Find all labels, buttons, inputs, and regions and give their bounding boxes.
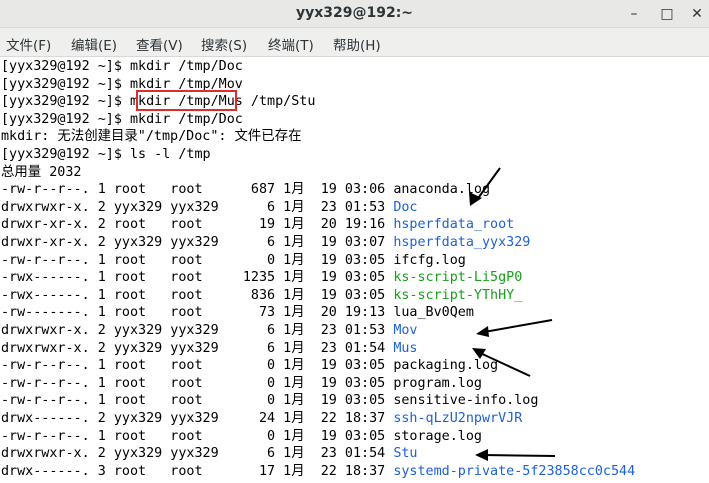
menu-file[interactable]: 文件(F) <box>6 34 51 54</box>
menu-search[interactable]: 搜索(S) <box>201 34 247 54</box>
terminal-line: drwxr-xr-x. 2 root root 19 1月 20 19:16 h… <box>1 217 515 233</box>
terminal-line: -rw-r--r--. 1 root root 0 1月 19 03:05 pr… <box>1 375 482 391</box>
terminal-line: drwxrwxr-x. 2 yyx329 yyx329 6 1月 23 01:5… <box>1 340 418 356</box>
terminal-line: 总用量 2032 <box>1 164 82 180</box>
terminal-line: -rwx------. 1 root root 1235 1月 19 03:05… <box>1 270 523 286</box>
terminal-line: -rwx------. 1 root root 836 1月 19 03:05 … <box>1 287 523 303</box>
menu-edit[interactable]: 编辑(E) <box>71 34 117 54</box>
terminal-line: -rw-------. 1 root root 73 1月 20 19:13 l… <box>1 305 474 321</box>
window-title: yyx329@192:~ <box>295 5 414 21</box>
terminal-line: [yyx329@192 ~]$ mkdir /tmp/Doc <box>1 111 243 127</box>
terminal-line: -rw-r--r--. 1 root root 0 1月 19 03:05 st… <box>1 428 482 444</box>
terminal-line: -rw-r--r--. 1 root root 0 1月 19 03:05 pa… <box>1 358 499 374</box>
menu-help[interactable]: 帮助(H) <box>333 34 381 54</box>
close-icon[interactable]: ✕ <box>687 4 707 24</box>
command-highlight-box <box>136 90 237 111</box>
terminal-line: drwxrwxr-x. 2 yyx329 yyx329 6 1月 23 01:5… <box>1 199 418 215</box>
terminal-line: drwxrwxr-x. 2 yyx329 yyx329 6 1月 23 01:5… <box>1 446 418 462</box>
window-titlebar: yyx329@192:~ – □ ✕ <box>0 0 709 28</box>
terminal-line: -rw-r--r--. 1 root root 0 1月 19 03:05 if… <box>1 252 466 268</box>
terminal-line: drwxr-xr-x. 2 yyx329 yyx329 6 1月 19 03:0… <box>1 235 531 250</box>
minimize-icon[interactable]: – <box>624 4 644 24</box>
terminal-line: mkdir: 无法创建目录"/tmp/Doc": 文件已存在 <box>1 129 302 145</box>
terminal-line: drwx------. 3 root root 17 1月 22 18:37 s… <box>1 463 636 479</box>
menu-bar: 文件(F) 编辑(E) 查看(V) 搜索(S) 终端(T) 帮助(H) <box>0 28 709 57</box>
terminal-line: drwx------. 2 yyx329 yyx329 24 1月 22 18:… <box>1 411 523 426</box>
maximize-icon[interactable]: □ <box>657 4 677 24</box>
terminal-output[interactable]: [yyx329@192 ~]$ mkdir /tmp/Doc [yyx329@1… <box>0 57 709 483</box>
terminal-line: -rw-r--r--. 1 root root 0 1月 19 03:05 se… <box>1 393 539 409</box>
terminal-line: [yyx329@192 ~]$ ls -l /tmp <box>1 147 211 162</box>
terminal-line: [yyx329@192 ~]$ mkdir /tmp/Doc <box>1 59 243 74</box>
menu-view[interactable]: 查看(V) <box>136 34 183 54</box>
menu-terminal[interactable]: 终端(T) <box>268 34 314 54</box>
terminal-line: -rw-r--r--. 1 root root 687 1月 19 03:06 … <box>1 182 491 198</box>
terminal-line: drwxrwxr-x. 2 yyx329 yyx329 6 1月 23 01:5… <box>1 323 418 338</box>
